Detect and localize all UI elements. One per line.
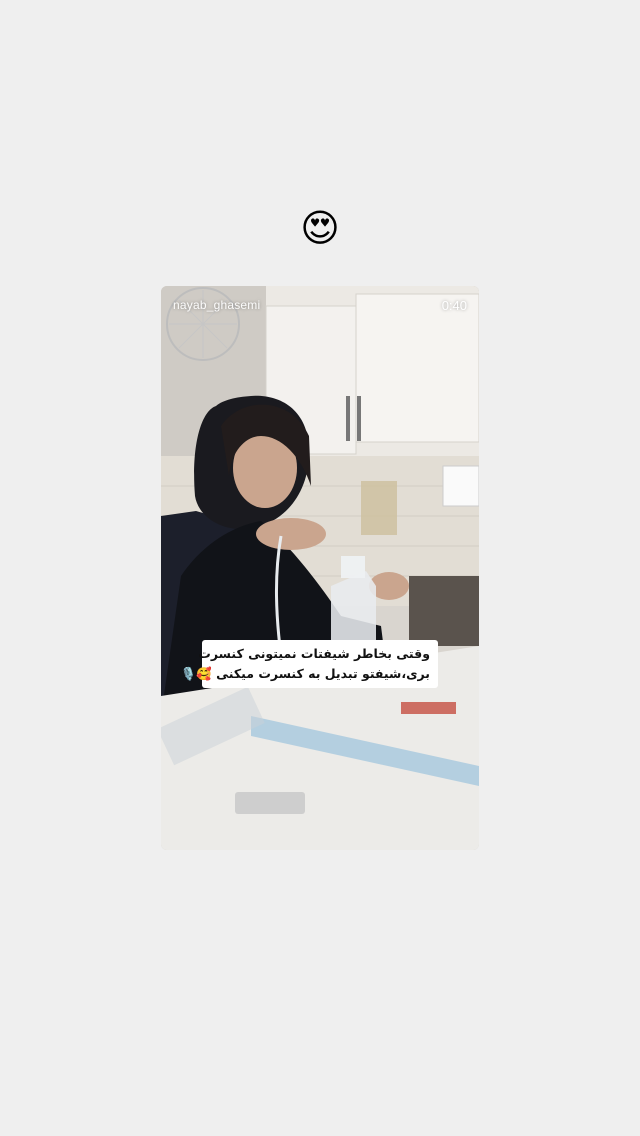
story-username[interactable]: nayab_ghasemi	[173, 298, 260, 312]
video-duration: 0:40	[441, 298, 467, 313]
story-caption: وقتی بخاطر شیفتات نمیتونی کنسرت بری،شیفت…	[180, 640, 438, 688]
story-viewer-page: 😍 nayab_ghasemi 0:40 وقتی بخاطر شیفتات ن…	[0, 0, 640, 1136]
video-thumbnail	[161, 286, 479, 850]
story-video-card[interactable]: nayab_ghasemi 0:40 وقتی بخاطر شیفتات نمی…	[161, 286, 479, 850]
caption-line-1: وقتی بخاطر شیفتات نمیتونی کنسرت	[198, 646, 430, 661]
heart-eyes-emoji-icon[interactable]: 😍	[298, 206, 342, 250]
caption-line-2: بری،شیفتو تبدیل به کنسرت میکنی 🥰🎙️	[180, 666, 430, 681]
